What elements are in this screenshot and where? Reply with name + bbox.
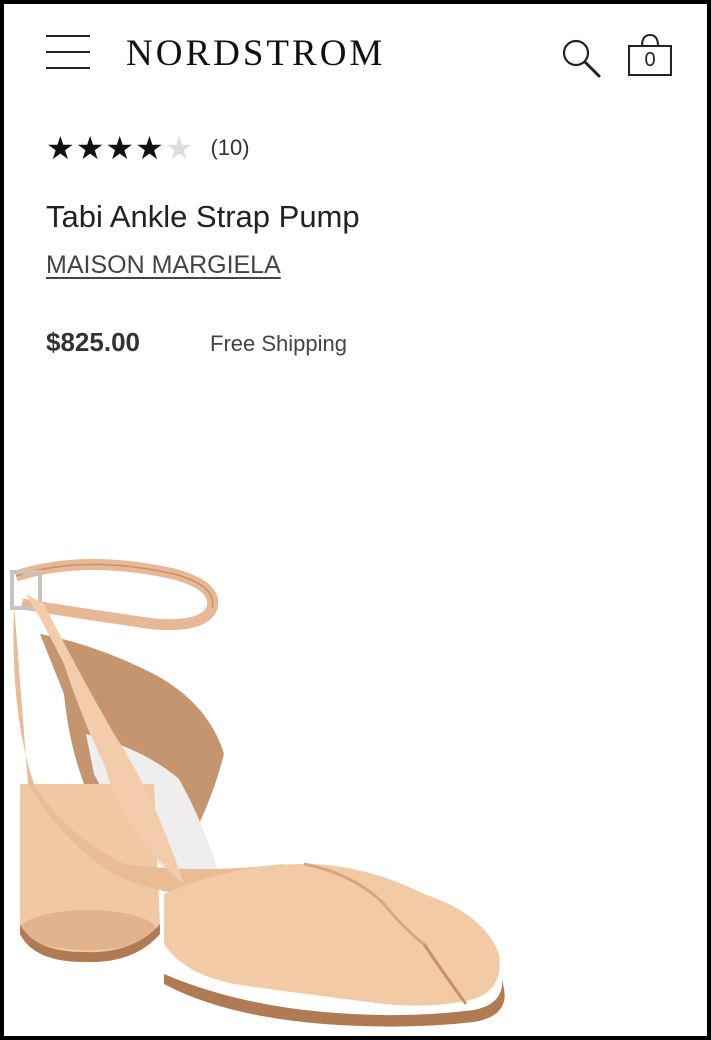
brand-link[interactable]: MAISON MARGIELA — [46, 250, 281, 280]
shipping-info: Free Shipping — [210, 331, 347, 356]
menu-line — [46, 67, 90, 69]
bag-count: 0 — [644, 49, 656, 71]
app-frame: NORDSTROM 0 ★★★★★ (10) Tabi Ankle Strap … — [0, 0, 711, 1040]
hamburger-menu-icon[interactable] — [46, 35, 90, 71]
rating-stars: ★★★★★ — [46, 130, 194, 166]
review-count[interactable]: (10) — [210, 135, 249, 161]
product-price: $825.00 — [46, 327, 140, 357]
product-image[interactable] — [4, 534, 524, 1034]
product-title: Tabi Ankle Strap Pump — [46, 199, 360, 234]
menu-line — [46, 35, 90, 37]
rating[interactable]: ★★★★★ (10) — [46, 130, 250, 166]
nordstrom-logo[interactable]: NORDSTROM — [126, 34, 385, 74]
menu-line — [46, 51, 90, 53]
star-filled-icon: ★★★★ — [46, 130, 165, 166]
header: NORDSTROM 0 — [4, 4, 707, 104]
shopping-bag-icon[interactable]: 0 — [626, 32, 674, 78]
search-icon[interactable] — [560, 37, 604, 81]
star-empty-icon: ★ — [164, 130, 195, 166]
